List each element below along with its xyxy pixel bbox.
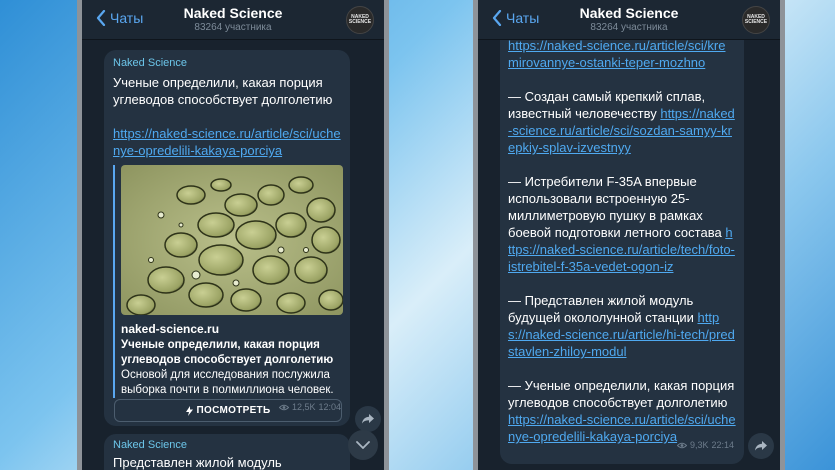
view-button[interactable]: ПОСМОТРЕТЬ [114,399,342,422]
chat-screen-left: Чаты Naked Science 83264 участника NAKED… [82,0,384,470]
message-meta: 9,3K 22:14 [676,437,734,454]
phone-right: https://naked-science.ru/article/sci/kre… [473,0,785,470]
link-preview[interactable]: naked-science.ru Ученые определили, кака… [113,165,343,398]
navbar: Чаты Naked Science 83264 участника NAKED… [478,0,780,40]
chat-subtitle: 83264 участника [194,22,272,33]
avatar-logo-text: NAKED SCIENCE [744,14,768,25]
phone-left: Чаты Naked Science 83264 участника NAKED… [77,0,389,470]
news-item: — Представлен жилой модуль будущей около… [508,292,736,360]
lightning-icon [185,405,193,416]
preview-site: naked-science.ru [121,322,220,336]
channel-avatar[interactable]: NAKED SCIENCE [742,6,770,34]
message-link[interactable]: https://naked-science.ru/article/sci/uch… [113,125,341,159]
chat-title[interactable]: Naked Science [82,5,384,21]
news-text: — Истребители F-35A впервые использовали… [508,174,726,240]
preview-image[interactable] [121,165,343,315]
preview-description: Основой для исследования послужила выбор… [121,369,334,396]
chat-screen-right: https://naked-science.ru/article/sci/kre… [478,0,780,470]
eye-icon [676,442,687,449]
microscope-cells-image [121,165,343,315]
message-text: Представлен жилой модуль [113,455,282,470]
scroll-down-button[interactable] [348,430,378,460]
preview-title: Ученые определили, какая порция углеводо… [121,339,334,366]
news-item: — Истребители F-35A впервые использовали… [508,173,736,275]
view-count: 9,3K [689,440,709,450]
message-bubble[interactable]: Naked Science Ученые определили, какая п… [104,50,350,426]
news-text: — Ученые определили, какая порция углево… [508,378,735,410]
message-bubble[interactable]: https://naked-science.ru/article/sci/kre… [500,20,744,464]
share-icon [362,414,374,424]
message-sender: Naked Science [113,57,187,69]
chat-title[interactable]: Naked Science [478,5,780,21]
chat-subtitle: 83264 участника [590,22,668,33]
message-text: Ученые определили, какая порция углеводо… [113,75,333,107]
top-link-block: https://naked-science.ru/article/sci/kre… [508,37,736,71]
news-text: — Представлен жилой модуль будущей около… [508,293,698,325]
view-button-label: ПОСМОТРЕТЬ [196,405,271,416]
message-bubble-next[interactable]: Naked Science Представлен жилой модуль [104,434,350,470]
message-sender: Naked Science [113,439,187,451]
share-button[interactable] [748,433,774,459]
share-button[interactable] [355,406,381,432]
avatar-logo-text: NAKED SCIENCE [348,14,372,25]
message-link[interactable]: https://naked-science.ru/article/sci/kre… [508,38,725,70]
news-item: — Создан самый крепкий сплав, известный … [508,88,736,156]
news-item: — Ученые определили, какая порция углево… [508,377,736,445]
message-time: 22:14 [711,440,734,450]
share-icon [755,441,767,451]
chevron-down-icon [356,441,370,449]
navbar: Чаты Naked Science 83264 участника NAKED… [82,0,384,40]
channel-avatar[interactable]: NAKED SCIENCE [346,6,374,34]
